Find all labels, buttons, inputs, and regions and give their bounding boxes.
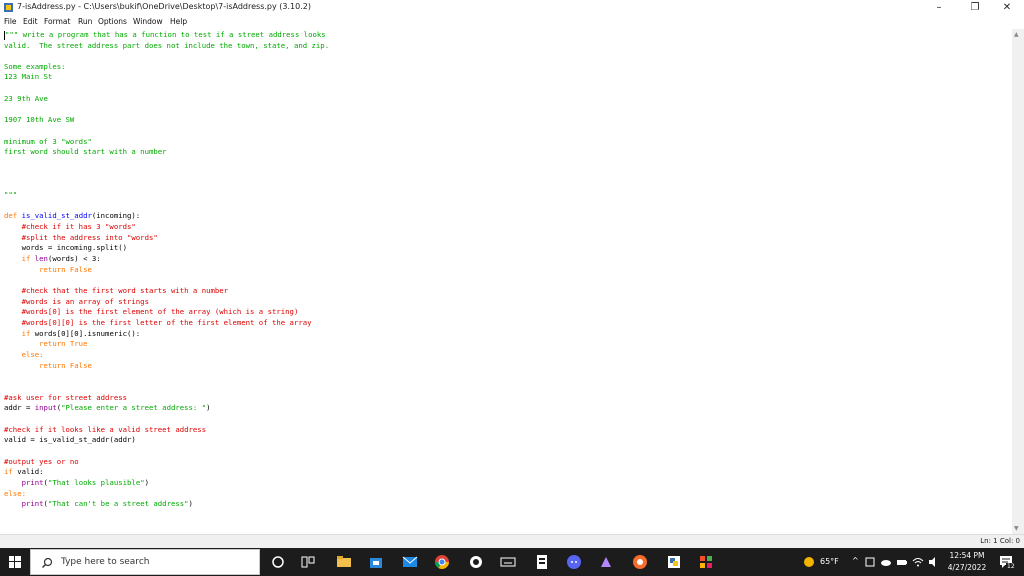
status-bar: Ln: 1 Col: 0	[0, 534, 1024, 548]
file-explorer-icon[interactable]	[336, 554, 352, 570]
menu-help[interactable]: Help	[170, 17, 187, 26]
store-icon[interactable]	[368, 554, 384, 570]
code-line: 1907 10th Ave SW	[4, 115, 75, 124]
python-idle-icon[interactable]	[666, 554, 682, 570]
scroll-down-icon[interactable]: ▼	[1014, 525, 1019, 532]
mail-icon[interactable]	[402, 554, 418, 570]
code-line: valid. The street address part does not …	[4, 41, 330, 50]
code-line: #check if it has 3 "words"	[4, 222, 136, 231]
code-line: addr = input("Please enter a street addr…	[4, 403, 211, 412]
code-line: words = incoming.split()	[4, 243, 128, 252]
code-line: first word should start with a number	[4, 147, 167, 156]
title-bar: 7-isAddress.py - C:\Users\bukif\OneDrive…	[0, 0, 1024, 16]
discord-icon[interactable]	[566, 554, 582, 570]
volume-icon[interactable]	[928, 556, 940, 568]
app-icon[interactable]	[598, 554, 614, 570]
search-icon	[42, 557, 53, 568]
code-line: return False	[4, 265, 92, 274]
chrome-icon[interactable]	[434, 554, 450, 570]
weather-temp[interactable]: 65°F	[820, 557, 839, 566]
code-line: valid = is_valid_st_addr(addr)	[4, 435, 136, 444]
code-line: minimum of 3 "words"	[4, 137, 92, 146]
code-line: """ write a program that has a function …	[4, 30, 326, 40]
code-line: if words[0][0].isnumeric():	[4, 329, 141, 338]
code-line: #output yes or no	[4, 457, 79, 466]
code-line: #split the address into "words"	[4, 233, 158, 242]
tray-app-icon[interactable]	[864, 556, 876, 568]
menu-file[interactable]: File	[4, 17, 17, 26]
scroll-up-icon[interactable]: ▲	[1014, 31, 1019, 38]
menu-run[interactable]: Run	[78, 17, 92, 26]
code-line: return False	[4, 361, 92, 370]
battery-icon[interactable]	[896, 556, 908, 568]
weather-icon[interactable]	[802, 555, 816, 569]
code-line: #words[0][0] is the first letter of the …	[4, 318, 312, 327]
onedrive-icon[interactable]	[880, 556, 892, 568]
keyboard-icon[interactable]	[500, 554, 516, 570]
wifi-icon[interactable]	[912, 556, 924, 568]
close-button[interactable]: ✕	[992, 0, 1022, 16]
window-title: 7-isAddress.py - C:\Users\bukif\OneDrive…	[17, 2, 311, 11]
python-file-icon	[4, 3, 13, 12]
search-input[interactable]: Type here to search	[30, 549, 260, 575]
code-line: def is_valid_st_addr(incoming):	[4, 211, 141, 220]
code-line: Some examples:	[4, 62, 66, 71]
clock-time[interactable]: 12:54 PM	[946, 551, 988, 560]
menu-edit[interactable]: Edit	[23, 17, 38, 26]
origin-icon[interactable]	[632, 554, 648, 570]
code-editor[interactable]: """ write a program that has a function …	[0, 29, 1012, 534]
search-placeholder: Type here to search	[61, 557, 150, 567]
code-line: else:	[4, 350, 44, 359]
code-line: 23 9th Ave	[4, 94, 48, 103]
cursor-position: Ln: 1 Col: 0	[980, 537, 1020, 545]
vertical-scrollbar[interactable]: ▲ ▼	[1012, 29, 1024, 534]
cortana-icon[interactable]	[270, 554, 286, 570]
code-line: else:	[4, 489, 26, 498]
code-line: return True	[4, 339, 88, 348]
windows-start-icon[interactable]	[0, 548, 30, 576]
epic-games-icon[interactable]	[534, 554, 550, 570]
menu-bar: File Edit Format Run Options Window Help	[0, 16, 1024, 29]
code-line: if len(words) < 3:	[4, 254, 101, 263]
chevron-up-icon[interactable]: ^	[852, 556, 859, 565]
code-line: #words[0] is the first element of the ar…	[4, 307, 299, 316]
minimize-button[interactable]: –	[924, 0, 954, 16]
git-icon[interactable]	[698, 554, 714, 570]
code-line: print("That looks plausible")	[21, 478, 150, 487]
taskbar: Type here to search 65°F ^ 12:54 PM 4/27…	[0, 548, 1024, 576]
notification-count: 12	[1006, 563, 1016, 570]
code-line: 123 Main St	[4, 72, 53, 81]
code-line: print("That can't be a street address")	[21, 499, 193, 508]
code-line: if valid:	[4, 467, 44, 476]
menu-format[interactable]: Format	[44, 17, 70, 26]
code-line: """	[4, 190, 18, 199]
menu-window[interactable]: Window	[133, 17, 163, 26]
menu-options[interactable]: Options	[98, 17, 127, 26]
code-line: #words is an array of strings	[4, 297, 149, 306]
code-line: #ask user for street address	[4, 393, 128, 402]
task-view-icon[interactable]	[300, 554, 316, 570]
maximize-button[interactable]: ❐	[960, 0, 990, 16]
steam-icon[interactable]	[468, 554, 484, 570]
code-line: #check if it looks like a valid street a…	[4, 425, 207, 434]
code-line: #check that the first word starts with a…	[4, 286, 229, 295]
clock-date[interactable]: 4/27/2022	[946, 563, 988, 572]
